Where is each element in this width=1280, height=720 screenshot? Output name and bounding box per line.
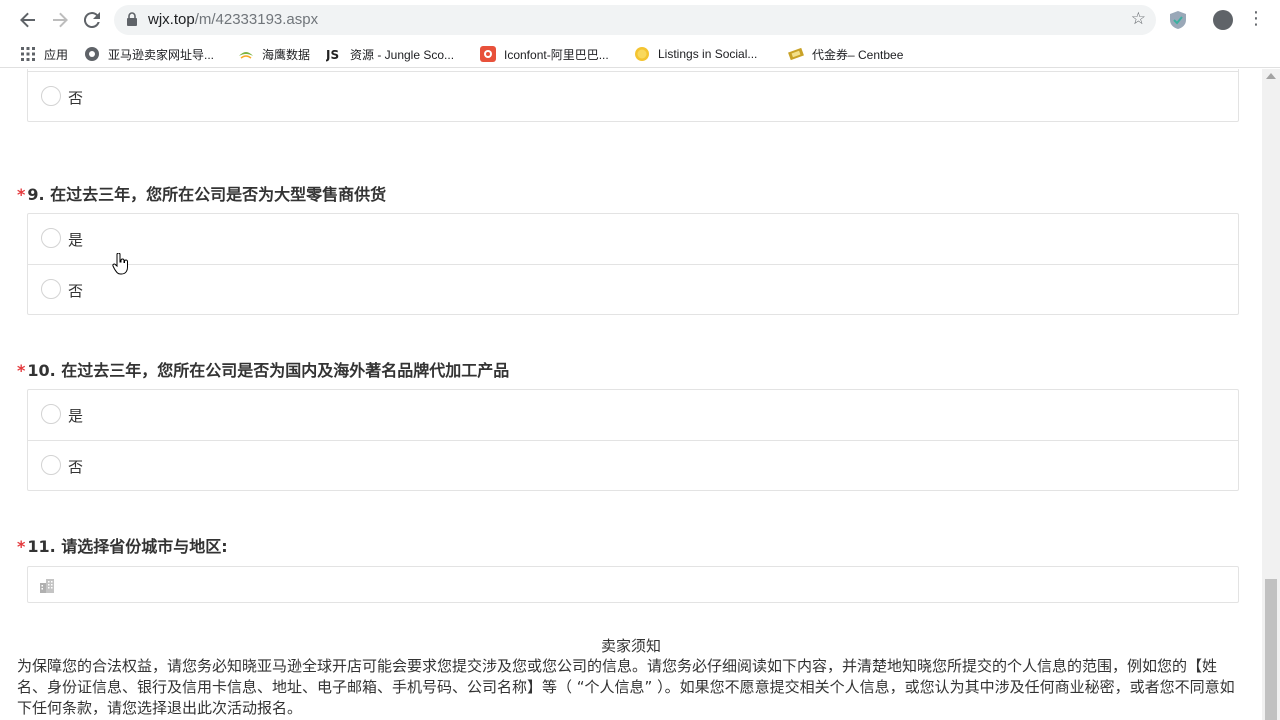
radio-button[interactable] [41, 228, 61, 248]
building-icon [40, 579, 54, 593]
bookmark-apps[interactable]: 应用 [20, 44, 68, 64]
required-asterisk: * [17, 185, 26, 204]
option-row[interactable]: 是 [28, 390, 1238, 440]
radio-button[interactable] [41, 86, 61, 106]
question-10-options: 是 否 [27, 389, 1239, 491]
question-text: 在过去三年，您所在公司是否为大型零售商供货 [50, 185, 387, 204]
bookmark-centbee[interactable]: 代金券– Centbee [788, 44, 903, 64]
reload-icon[interactable] [80, 8, 104, 32]
bookmark-label: 应用 [44, 47, 69, 62]
option-label: 否 [68, 458, 84, 476]
bookmark-label: Listings in Social... [658, 47, 758, 61]
js-icon: JS [326, 48, 339, 62]
question-number: 11. [27, 537, 56, 556]
question-10-title: * 10. 在过去三年，您所在公司是否为国内及海外著名品牌代加工产品 [17, 357, 509, 381]
kebab-menu-icon[interactable]: ⋮ [1246, 8, 1266, 29]
profile-avatar-icon[interactable] [1213, 10, 1233, 30]
option-row[interactable]: 是 [28, 214, 1238, 264]
bookmark-jungle-scout[interactable]: JS 资源 - Jungle Sco... [326, 44, 454, 64]
radio-button[interactable] [41, 279, 61, 299]
question-11-title: * 11. 请选择省份城市与地区: [17, 533, 228, 557]
coin-icon [635, 47, 649, 61]
region-select-field[interactable] [27, 566, 1239, 603]
notice-body: 为保障您的合法权益，请您务必知晓亚马逊全球开店可能会要求您提交涉及您或您公司的信… [17, 657, 1235, 717]
prev-question-options: 否 [27, 69, 1239, 122]
bookmark-label: 亚马逊卖家网址导... [108, 47, 215, 62]
option-row[interactable]: 否 [28, 71, 1238, 121]
option-row[interactable]: 否 [28, 264, 1238, 314]
required-asterisk: * [17, 361, 26, 380]
question-text: 请选择省份城市与地区: [61, 537, 228, 556]
svg-text:JS: JS [326, 48, 339, 62]
notice-title: 卖家须知 [600, 637, 661, 655]
option-label: 是 [68, 407, 84, 425]
bookmark-label: 代金券– Centbee [812, 47, 904, 62]
browser-toolbar: wjx.top/m/42333193.aspx ☆ ⋮ [0, 0, 1280, 40]
radio-button[interactable] [41, 455, 61, 475]
option-label: 否 [68, 282, 84, 300]
globe-icon [85, 47, 99, 61]
forward-arrow-icon[interactable] [48, 8, 72, 32]
scrollbar-thumb[interactable] [1265, 579, 1277, 720]
scroll-up-arrow-icon[interactable] [1266, 73, 1276, 79]
survey-page: 否 * 9. 在过去三年，您所在公司是否为大型零售商供货 是 否 * 10. 在过去… [0, 69, 1262, 720]
question-number: 10. [27, 361, 56, 380]
option-label: 是 [68, 231, 84, 249]
bookmarks-bar: 应用 亚马逊卖家网址导... 海鹰数据 JS 资源 - Jungle Sco..… [0, 40, 1280, 68]
bookmark-label: Iconfont-阿里巴巴... [504, 47, 609, 62]
radio-button[interactable] [41, 404, 61, 424]
question-text: 在过去三年，您所在公司是否为国内及海外著名品牌代加工产品 [61, 361, 510, 380]
option-row[interactable]: 否 [28, 440, 1238, 490]
bookmark-amazon-nav[interactable]: 亚马逊卖家网址导... [84, 44, 214, 64]
url-text: wjx.top/m/42333193.aspx [148, 11, 319, 28]
required-asterisk: * [17, 537, 26, 556]
bookmark-star-icon[interactable]: ☆ [1131, 9, 1146, 29]
question-9-title: * 9. 在过去三年，您所在公司是否为大型零售商供货 [17, 181, 386, 205]
lock-icon [127, 12, 137, 26]
option-label: 否 [68, 89, 84, 107]
voucher-icon [788, 47, 804, 61]
question-number: 9. [27, 185, 45, 204]
hand-pointer-icon [112, 253, 128, 275]
bookmark-label: 海鹰数据 [262, 47, 311, 62]
extension-shield-icon[interactable] [1168, 10, 1188, 30]
vertical-scrollbar[interactable] [1262, 69, 1280, 720]
bookmark-haiying[interactable]: 海鹰数据 [238, 44, 310, 64]
bookmark-label: 资源 - Jungle Sco... [350, 47, 455, 62]
apps-grid-icon [21, 47, 35, 61]
bookmark-listings[interactable]: Listings in Social... [634, 44, 757, 64]
question-9-options: 是 否 [27, 213, 1239, 315]
iconfont-icon [480, 46, 496, 62]
back-arrow-icon[interactable] [16, 8, 40, 32]
bookmark-iconfont[interactable]: Iconfont-阿里巴巴... [480, 44, 609, 64]
eagle-icon [239, 52, 253, 59]
address-bar[interactable]: wjx.top/m/42333193.aspx ☆ [114, 5, 1156, 35]
